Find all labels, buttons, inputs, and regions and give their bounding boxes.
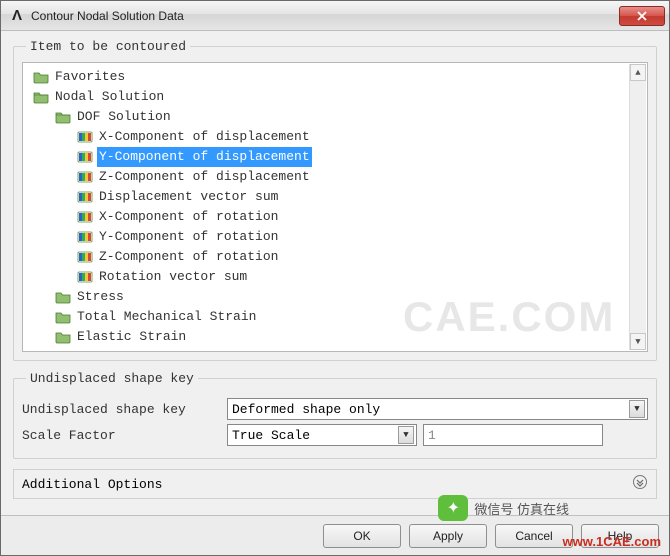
tree-leaf[interactable]: Rotation vector sum xyxy=(29,267,647,287)
select-value: True Scale xyxy=(232,428,310,443)
tree-scrollbar[interactable]: ▲ ▼ xyxy=(629,64,646,350)
folder-icon xyxy=(55,289,71,305)
select-scale-factor[interactable]: True Scale ▼ xyxy=(227,424,417,446)
folder-icon xyxy=(55,309,71,325)
dialog-body: Item to be contoured CAE.COM FavoritesNo… xyxy=(1,31,669,515)
tree-leaf[interactable]: Z-Component of rotation xyxy=(29,247,647,267)
window-title: Contour Nodal Solution Data xyxy=(31,9,619,23)
group-undisplaced-shape: Undisplaced shape key Undisplaced shape … xyxy=(13,371,657,459)
scroll-track[interactable] xyxy=(630,81,646,333)
input-scale-value[interactable]: 1 xyxy=(423,424,603,446)
folder-icon xyxy=(33,69,49,85)
select-value: Deformed shape only xyxy=(232,402,380,417)
folder-open-icon xyxy=(33,89,49,105)
contour-leaf-icon xyxy=(77,249,93,265)
contour-leaf-icon xyxy=(77,229,93,245)
dialog-window: Λ Contour Nodal Solution Data Item to be… xyxy=(0,0,670,556)
group-legend: Item to be contoured xyxy=(26,39,190,54)
tree-item-dof-solution[interactable]: DOF Solution xyxy=(29,107,647,127)
tree-leaf[interactable]: X-Component of displacement xyxy=(29,127,647,147)
tree-container: CAE.COM FavoritesNodal SolutionDOF Solut… xyxy=(22,62,648,352)
chevron-down-icon: ▼ xyxy=(629,400,645,418)
group-legend: Undisplaced shape key xyxy=(26,371,198,386)
ok-button[interactable]: OK xyxy=(323,524,401,548)
tree-leaf[interactable]: Z-Component of displacement xyxy=(29,167,647,187)
tree-item-total-mech-strain[interactable]: Total Mechanical Strain xyxy=(29,307,647,327)
select-shape-key[interactable]: Deformed shape only ▼ xyxy=(227,398,648,420)
additional-options-row[interactable]: Additional Options xyxy=(13,469,657,499)
help-button[interactable]: Help xyxy=(581,524,659,548)
contour-leaf-icon xyxy=(77,189,93,205)
row-scale-factor: Scale Factor True Scale ▼ 1 xyxy=(22,424,648,446)
scroll-up-button[interactable]: ▲ xyxy=(630,64,646,81)
folder-icon xyxy=(55,329,71,345)
label-scale-factor: Scale Factor xyxy=(22,428,227,443)
cancel-button[interactable]: Cancel xyxy=(495,524,573,548)
tree-item-favorites[interactable]: Favorites xyxy=(29,67,647,87)
contour-leaf-icon xyxy=(77,129,93,145)
titlebar: Λ Contour Nodal Solution Data xyxy=(1,1,669,31)
additional-options-label: Additional Options xyxy=(22,477,162,492)
tree-leaf[interactable]: X-Component of rotation xyxy=(29,207,647,227)
button-bar: OK Apply Cancel Help ✦ 微信号 仿真在线 www.1CAE… xyxy=(1,515,669,555)
apply-button[interactable]: Apply xyxy=(409,524,487,548)
contour-leaf-icon xyxy=(77,169,93,185)
tree-item-stress[interactable]: Stress xyxy=(29,287,647,307)
contour-leaf-icon xyxy=(77,209,93,225)
row-shape-key: Undisplaced shape key Deformed shape onl… xyxy=(22,398,648,420)
app-icon: Λ xyxy=(9,8,25,24)
close-icon xyxy=(637,11,647,21)
tree-item-elastic-strain[interactable]: Elastic Strain xyxy=(29,327,647,347)
label-shape-key: Undisplaced shape key xyxy=(22,402,227,417)
close-button[interactable] xyxy=(619,6,665,26)
tree-item-nodal-solution[interactable]: Nodal Solution xyxy=(29,87,647,107)
contour-leaf-icon xyxy=(77,149,93,165)
tree-leaf[interactable]: Displacement vector sum xyxy=(29,187,647,207)
scroll-down-button[interactable]: ▼ xyxy=(630,333,646,350)
tree-leaf[interactable]: Y-Component of rotation xyxy=(29,227,647,247)
contour-leaf-icon xyxy=(77,269,93,285)
chevron-down-icon: ▼ xyxy=(398,426,414,444)
group-item-contoured: Item to be contoured CAE.COM FavoritesNo… xyxy=(13,39,657,361)
tree-leaf[interactable]: Y-Component of displacement xyxy=(29,147,647,167)
expand-down-icon xyxy=(632,474,648,494)
tree[interactable]: FavoritesNodal SolutionDOF SolutionX-Com… xyxy=(23,63,647,351)
folder-open-icon xyxy=(55,109,71,125)
